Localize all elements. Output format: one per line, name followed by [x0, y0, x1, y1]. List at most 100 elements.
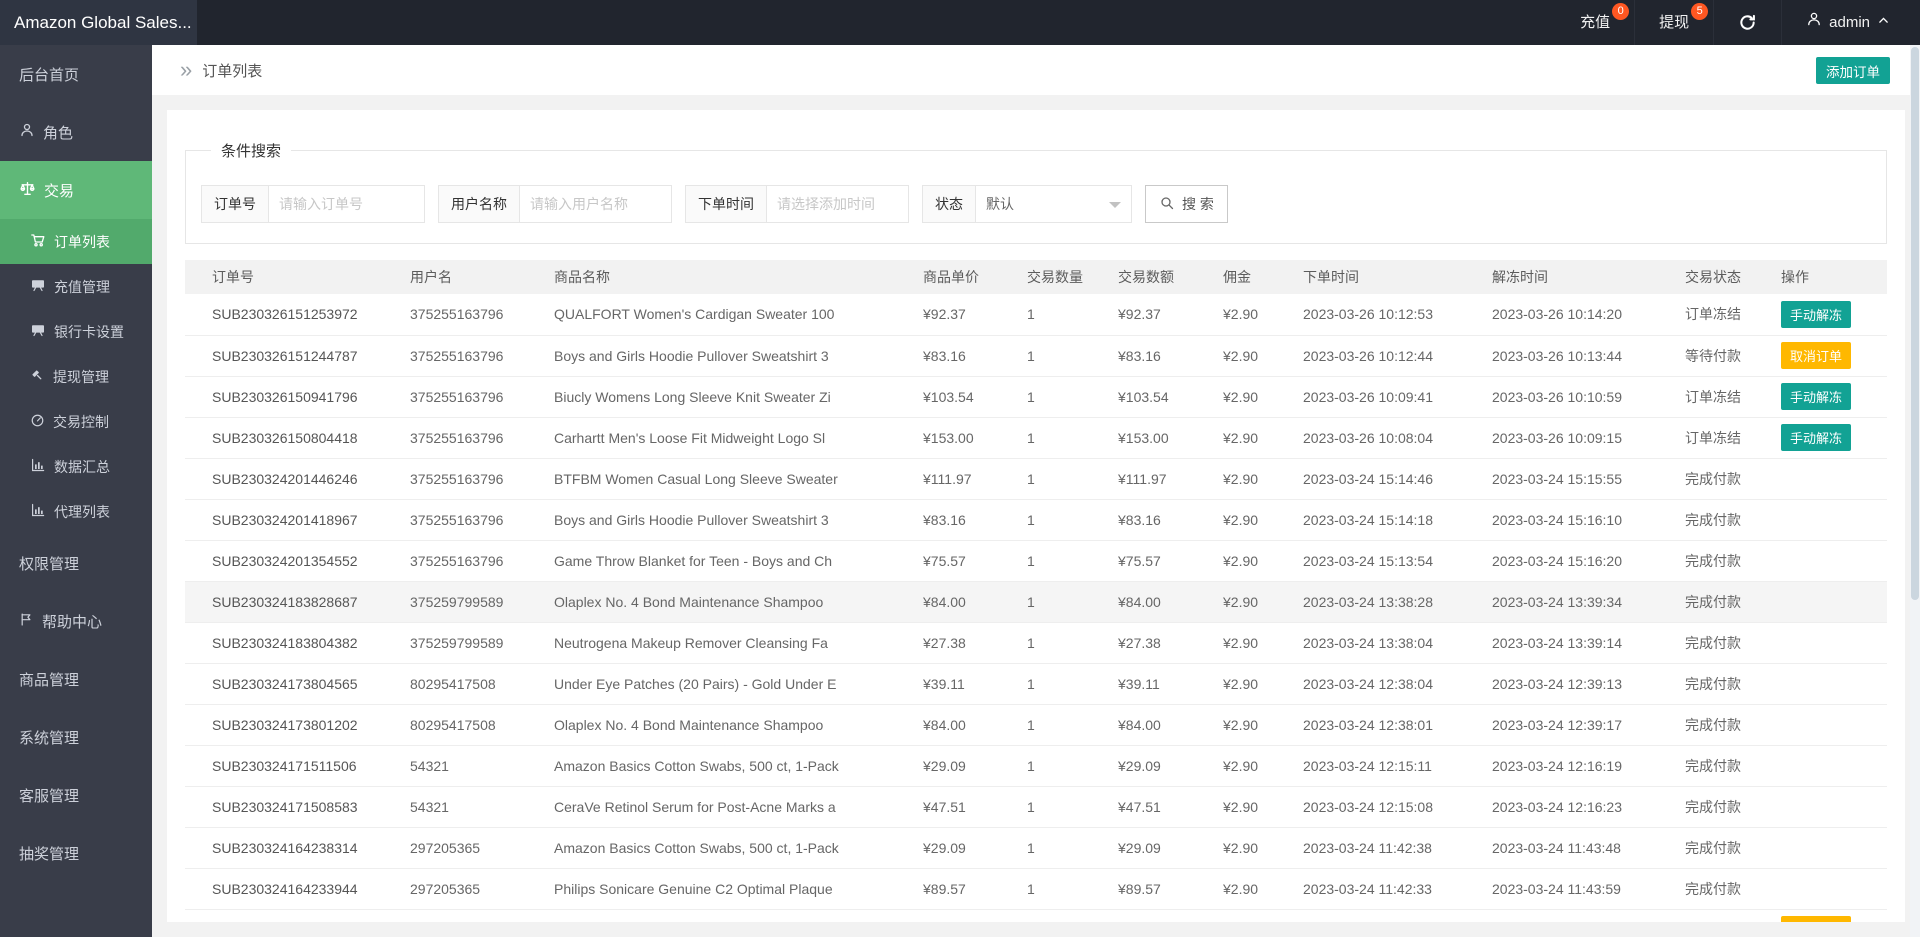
cell-product: Philips Sonicare Genuine C2 Optimal Plaq… [527, 868, 896, 910]
withdraw-badge: 5 [1691, 3, 1709, 20]
user-menu[interactable]: admin [1781, 0, 1914, 45]
search-legend: 条件搜索 [221, 143, 282, 160]
username-input[interactable] [520, 186, 671, 222]
cell-action [1754, 704, 1887, 746]
cell-action [1754, 622, 1887, 664]
table-row: SUB230324183828687 375259799589 Olaplex No… [185, 581, 1887, 623]
sidebar-item-agent-list[interactable]: 代理列表 [0, 489, 152, 534]
status-group: 状态 默认 [922, 185, 1132, 223]
cell-unfreeze-time: 2023-03-24 12:16:19 [1465, 745, 1658, 787]
cell-price: ¥84.00 [896, 704, 1000, 746]
cell-commission: ¥2.90 [1196, 704, 1276, 746]
cell-amount: ¥111.97 [1091, 458, 1196, 500]
cell-qty: 1 [1000, 786, 1091, 828]
order-no-input[interactable] [269, 186, 424, 222]
sidebar-item-trade-control[interactable]: 交易控制 [0, 399, 152, 444]
sidebar-item-data-summary[interactable]: 数据汇总 [0, 444, 152, 489]
cell-unfreeze-time: 2023-03-24 13:39:14 [1465, 622, 1658, 664]
cell-qty: 1 [1000, 335, 1091, 377]
cell-unfreeze-time: 2023-03-26 10:13:44 [1465, 335, 1658, 377]
sidebar-item-home[interactable]: 后台首页 [0, 45, 152, 103]
table-row: SUB230324164238314 297205365 Amazon Basics… [185, 827, 1887, 869]
cell-commission: ¥2.90 [1196, 909, 1276, 922]
cell-user: 375295157806 [383, 909, 527, 922]
sidebar-item-product-admin[interactable]: 商品管理 [0, 650, 152, 708]
gauge-icon [30, 413, 45, 431]
recharge-menu-item[interactable]: 充值 0 [1556, 0, 1634, 45]
cancel-order-button[interactable]: 取消订单 [1781, 342, 1852, 369]
sidebar-item-label: 后台首页 [19, 66, 80, 84]
cell-unfreeze-time: 2023-03-26 10:14:20 [1465, 294, 1658, 336]
sidebar-item-trade[interactable]: 交易 [0, 161, 152, 219]
search-button[interactable]: 搜 索 [1145, 185, 1228, 223]
cell-user: 54321 [383, 745, 527, 787]
cell-user: 375255163796 [383, 540, 527, 582]
cell-order-no: SUB230324164238314 [185, 827, 383, 869]
sidebar-item-permission-admin[interactable]: 权限管理 [0, 534, 152, 592]
cell-status: 订单冻结 [1658, 294, 1754, 336]
cell-price: ¥84.00 [896, 581, 1000, 623]
cancel-order-button[interactable]: 取消订单 [1781, 916, 1852, 922]
sidebar-item-help-center[interactable]: 帮助中心 [0, 592, 152, 650]
cell-order-no: SUB230324173801202 [185, 704, 383, 746]
sidebar-item-lottery-admin[interactable]: 抽奖管理 [0, 824, 152, 882]
cell-order-time: 2023-03-24 15:14:46 [1276, 458, 1465, 500]
sidebar-item-label: 提现管理 [53, 368, 109, 385]
table-row: SUB230326150941796 375255163796 Biucly Wom… [185, 376, 1887, 418]
column-header: 操作 [1754, 260, 1887, 294]
cell-qty: 1 [1000, 827, 1091, 869]
withdraw-menu-item[interactable]: 提现 5 [1634, 0, 1713, 45]
manual-unfreeze-button[interactable]: 手动解冻 [1781, 383, 1852, 410]
sidebar-item-withdraw-admin[interactable]: 提现管理 [0, 354, 152, 399]
cell-order-no: SUB230324164117708 [185, 909, 383, 922]
sidebar-item-label: 帮助中心 [42, 613, 103, 631]
cell-order-no: SUB230324183828687 [185, 581, 383, 623]
username-group: 用户名称 [438, 185, 672, 223]
vertical-scrollbar[interactable] [1910, 45, 1920, 937]
table-row: SUB230326151253972 375255163796 QUALFORT W… [185, 294, 1887, 336]
recharge-badge: 0 [1612, 3, 1630, 20]
refresh-icon[interactable] [1713, 0, 1781, 45]
cell-commission: ¥2.90 [1196, 458, 1276, 500]
cell-order-time: 2023-03-24 12:15:08 [1276, 786, 1465, 828]
cell-status: 完成付款 [1658, 458, 1754, 500]
cell-product: CeraVe Retinol Serum for Post-Acne Marks… [527, 786, 896, 828]
user-icon [1806, 0, 1822, 45]
cell-amount: ¥84.00 [1091, 581, 1196, 623]
sidebar-item-order-list[interactable]: 订单列表 [0, 219, 152, 264]
sidebar-item-recharge-admin[interactable]: 充值管理 [0, 264, 152, 309]
chevron-up-icon [1877, 0, 1890, 45]
cell-qty: 1 [1000, 909, 1091, 922]
cell-user: 375259799589 [383, 581, 527, 623]
cell-unfreeze-time: 2023-03-26 10:10:59 [1465, 376, 1658, 418]
main-content: »订单列表 添加订单 条件搜索 订单号 用户名称 下单时间 状 [152, 45, 1920, 937]
cell-product: Amazon Basics Cotton Swabs, 500 ct, 1-Pa… [527, 827, 896, 869]
status-select[interactable]: 默认 [976, 186, 1131, 222]
cell-status: 完成付款 [1658, 704, 1754, 746]
order-time-input[interactable] [767, 186, 908, 222]
cell-status: 完成付款 [1658, 581, 1754, 623]
cell-order-no: SUB230324201418967 [185, 499, 383, 541]
scrollbar-thumb[interactable] [1911, 47, 1919, 601]
order-time-label: 下单时间 [686, 186, 767, 222]
order-no-group: 订单号 [201, 185, 425, 223]
cell-product: Amazon Basics Cotton Swabs, 500 ct, 1-Pa… [527, 745, 896, 787]
cell-amount: ¥29.09 [1091, 827, 1196, 869]
cell-action: 手动解冻 [1754, 376, 1887, 418]
sidebar-item-bankcard-settings[interactable]: 银行卡设置 [0, 309, 152, 354]
sidebar-item-support-admin[interactable]: 客服管理 [0, 766, 152, 824]
table-row: SUB230326150804418 375255163796 Carhartt M… [185, 417, 1887, 459]
table-row: SUB230324173801202 80295417508 Olaplex No.… [185, 704, 1887, 746]
add-order-button[interactable]: 添加订单 [1816, 57, 1890, 84]
cell-amount: ¥39.11 [1091, 663, 1196, 705]
sidebar-item-system-admin[interactable]: 系统管理 [0, 708, 152, 766]
cell-qty: 1 [1000, 540, 1091, 582]
sidebar-item-roles[interactable]: 角色 [0, 103, 152, 161]
cell-user: 80295417508 [383, 704, 527, 746]
manual-unfreeze-button[interactable]: 手动解冻 [1781, 300, 1852, 328]
cell-qty: 1 [1000, 663, 1091, 705]
manual-unfreeze-button[interactable]: 手动解冻 [1781, 424, 1852, 451]
cell-product: Olaplex No. 4 Bond Maintenance Shampoo [527, 581, 896, 623]
column-header: 交易数量 [1000, 260, 1091, 294]
cell-commission: ¥2.90 [1196, 540, 1276, 582]
